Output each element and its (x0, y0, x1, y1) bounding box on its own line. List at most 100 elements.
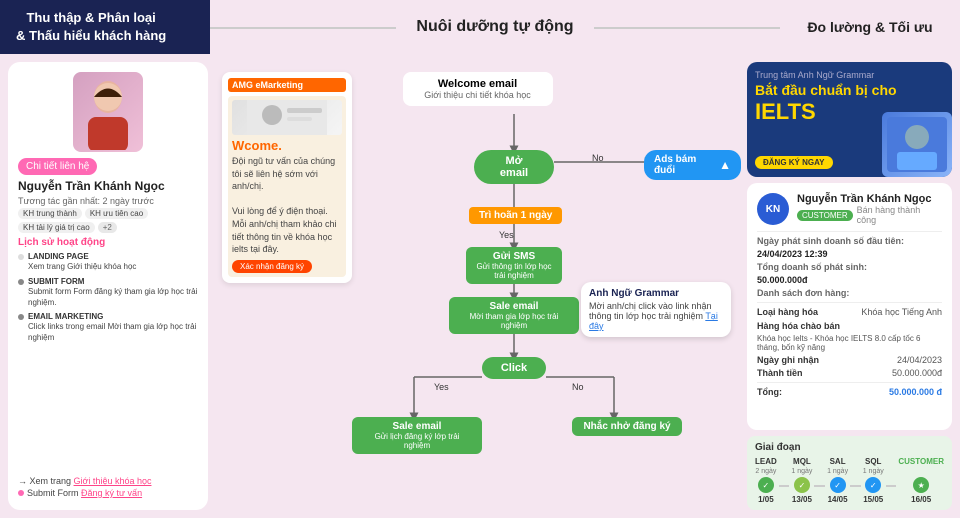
activity-text-1: LANDING PAGE Xem trang Giới thiệu khóa h… (28, 252, 136, 273)
click-node[interactable]: Click (482, 357, 546, 379)
date-first-value: 24/04/2023 12:39 (757, 249, 828, 259)
header-right-label: Đo lường & Tối ưu (807, 19, 932, 35)
activity-item-2: SUBMIT FORM Submit form Form đăng ký tha… (18, 277, 198, 308)
chat-link[interactable]: Tại đây (589, 311, 718, 331)
customer-info: Nguyễn Trần Khánh Ngọc CUSTOMER Bán hàng… (797, 193, 942, 225)
date-ghi-nhan-label: Ngày ghi nhận (757, 355, 819, 365)
yes-label-2: Yes (434, 382, 449, 392)
date-ghi-nhan-row: Ngày ghi nhận 24/04/2023 (757, 355, 942, 365)
mo-email-label: Mở email (500, 155, 528, 179)
gui-sms-sub: Gửi thông tin lớp học trải nghiệm (476, 262, 552, 280)
stage-customer-name: CUSTOMER (898, 457, 944, 466)
tri-hoan-label: Trì hoãn 1 ngày (479, 210, 552, 221)
date-first-row: Ngày phát sinh doanh số đầu tiên: (757, 236, 942, 246)
giai-doan-title: Giai đoạn (755, 442, 944, 453)
header-right: Đo lường & Tối ưu (780, 0, 960, 54)
welcome-email-sub: Giới thiệu chi tiết khóa học (409, 90, 547, 100)
ads-title-line1: Bắt đầu chuẩn bị cho (755, 82, 897, 98)
right-panel: Trung tâm Anh Ngữ Grammar Bắt đầu chuẩn … (747, 62, 952, 510)
email-preview-header: AMG eMarketing (228, 78, 346, 92)
person-desc: Tương tác gần nhất: 2 ngày trước (18, 196, 198, 206)
customer-avatar-row: KN Nguyễn Trần Khánh Ngọc CUSTOMER Bán h… (757, 193, 942, 225)
bottom-link-text-2[interactable]: Đăng ký tư vấn (81, 488, 142, 498)
connector-1 (779, 485, 790, 487)
person-card: Chi tiết liên hệ Nguyễn Trần Khánh Ngọc … (8, 62, 208, 510)
ads-card: Trung tâm Anh Ngữ Grammar Bắt đầu chuẩn … (747, 62, 952, 177)
total-row: Tổng doanh số phát sinh: (757, 262, 942, 272)
customer-badge: CUSTOMER (797, 210, 853, 221)
date-first-label: Ngày phát sinh doanh số đầu tiên: (757, 236, 904, 246)
stage-sal-name: SAL (830, 457, 846, 466)
bottom-link-2[interactable]: Submit Form Đăng ký tư vấn (18, 488, 198, 498)
no-label-1: No (592, 153, 604, 163)
customer-avatar: KN (757, 193, 789, 225)
stage-lead-date: 1/05 (758, 495, 774, 504)
contact-badge: Chi tiết liên hệ (18, 158, 97, 175)
sale-email-node: Sale email Mời tham gia lớp học trải ngh… (449, 297, 579, 334)
email-preview-header-text: AMG eMarketing (232, 80, 303, 90)
nhac-nho-node: Nhắc nhở đăng ký (572, 417, 682, 436)
activity-label-1: LANDING PAGE (28, 252, 89, 261)
chat-bubble-header: Anh Ngữ Grammar (589, 288, 723, 299)
sale-email-2-sub: Gửi lịch đăng ký lớp trải nghiệm (362, 432, 472, 450)
person-photo (73, 72, 143, 152)
ads-card-img (882, 112, 952, 177)
nhac-nho-title: Nhắc nhở đăng ký (582, 421, 672, 432)
divider-1 (757, 231, 942, 232)
flow-area: AMG eMarketing Wcome. Đội ngũ (214, 62, 741, 510)
activity-section: Lịch sử hoạt động LANDING PAGE Xem trang… (18, 237, 198, 343)
activity-dot-1 (18, 254, 24, 260)
ads-register-btn[interactable]: ĐĂNG KÝ NGAY (755, 156, 833, 169)
bottom-link-1[interactable]: → Xem trang Giới thiệu khóa học (18, 476, 198, 486)
orders-row: Danh sách đơn hàng: (757, 288, 942, 298)
welcome-email-box: Welcome email Giới thiệu chi tiết khóa h… (403, 72, 553, 106)
promo-row: Hàng hóa chào bán (757, 320, 942, 332)
customer-card: KN Nguyễn Trần Khánh Ngọc CUSTOMER Bán h… (747, 183, 952, 430)
connector-4 (886, 485, 897, 487)
ads-title-highlight: IELTS (755, 99, 816, 124)
customer-role: Bán hàng thành công (857, 205, 942, 225)
orders-label: Danh sách đơn hàng: (757, 288, 849, 298)
stage-sql: SQL 1 ngày ✓ 15/05 (863, 457, 884, 504)
bottom-link-text-1[interactable]: Giới thiệu khóa học (74, 476, 152, 486)
stage-lead-circle: ✓ (758, 477, 774, 493)
header-left: Thu thập & Phân loại & Thấu hiểu khách h… (0, 0, 210, 54)
product-type-value: Khóa học Tiếng Anh (861, 307, 942, 317)
product-type-row: Loại hàng hóa Khóa học Tiếng Anh (757, 307, 942, 317)
tag-uu-tien: KH ưu tiên cao (85, 208, 148, 219)
thanh-tien-value: 50.000.000đ (892, 368, 942, 378)
top-header: Thu thập & Phân loại & Thấu hiểu khách h… (0, 0, 960, 54)
stage-sql-circle: ✓ (865, 477, 881, 493)
yes-label-1: Yes (499, 230, 514, 240)
ads-icon: ▲ (719, 158, 731, 172)
email-preview-body: Đội ngũ tư vấn của chúng tôi sẽ liên hệ … (232, 155, 342, 256)
stage-customer-days (920, 468, 922, 475)
activity-text-2: SUBMIT FORM Submit form Form đăng ký tha… (28, 277, 198, 308)
welcome-email-title: Welcome email (409, 78, 547, 90)
activity-label-3: EMAIL MARKETING (28, 312, 103, 321)
ads-label: Ads bám đuổi (654, 154, 715, 176)
stage-mql-circle: ✓ (794, 477, 810, 493)
activity-item-1: LANDING PAGE Xem trang Giới thiệu khóa h… (18, 252, 198, 273)
email-preview-btn[interactable]: Xác nhận đăng ký (232, 260, 312, 273)
total-final-row: Tổng: 50.000.000 đ (757, 387, 942, 397)
stage-mql: MQL 1 ngày ✓ 13/05 (791, 457, 812, 504)
stage-mql-days: 1 ngày (791, 468, 812, 475)
promo-value: Khóa học Ielts - Khóa học IELTS 8.0 cấp … (757, 334, 942, 352)
customer-name: Nguyễn Trần Khánh Ngọc (797, 193, 942, 205)
header-center-label: Nuôi dưỡng tự động (396, 18, 593, 36)
sale-email-2-title: Sale email (362, 421, 472, 432)
connector-3 (850, 485, 861, 487)
stage-customer-circle: ★ (913, 477, 929, 493)
header-left-label: Thu thập & Phân loại & Thấu hiểu khách h… (16, 9, 166, 45)
stage-sql-days: 1 ngày (863, 468, 884, 475)
tags-row: KH trung thành KH ưu tiên cao KH tải lý … (18, 208, 198, 233)
product-type-label: Loại hàng hóa (757, 307, 818, 317)
tag-plus: +2 (98, 222, 117, 233)
gui-sms-node: Gửi SMS Gửi thông tin lớp học trải nghiệ… (466, 247, 562, 284)
chat-bubble: Anh Ngữ Grammar Mời anh/chị click vào li… (581, 282, 731, 337)
date-first-value-row: 24/04/2023 12:39 (757, 249, 942, 259)
tri-hoan-node: Trì hoãn 1 ngày (469, 207, 562, 224)
mo-email-node: Mở email (474, 150, 554, 184)
total-value-row: 50.000.000đ (757, 275, 942, 285)
